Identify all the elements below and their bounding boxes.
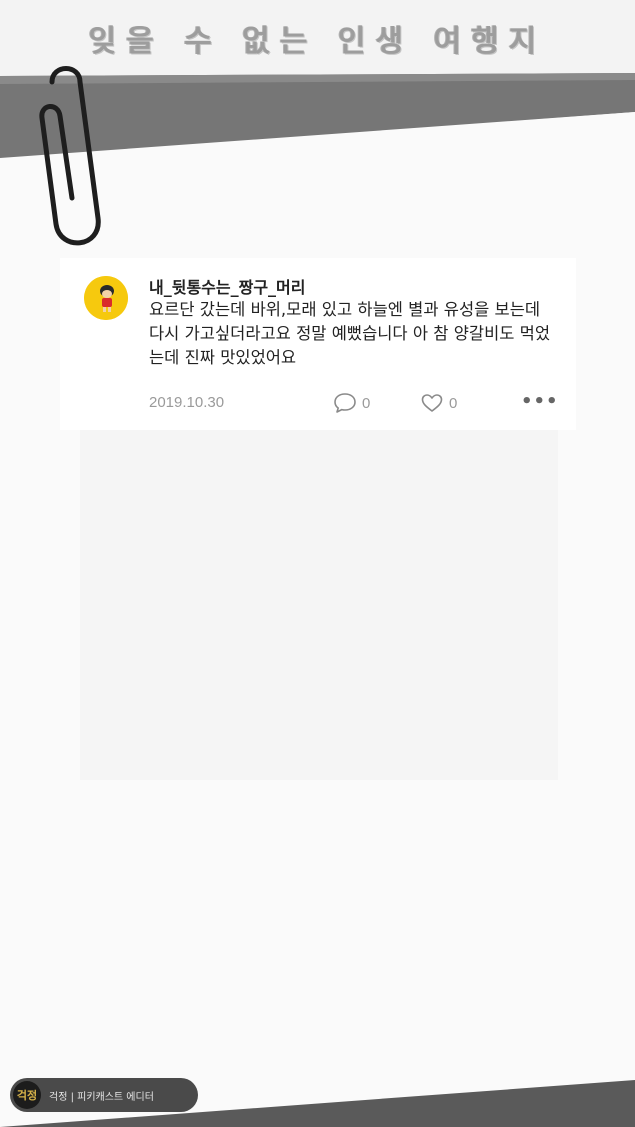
brand-badge: 걱정 걱정 | 피키캐스트 에디터 <box>10 1078 198 1112</box>
post-body-text: 요르단 갔는데 바위,모래 있고 하늘엔 별과 유성을 보는데 다시 가고싶더라… <box>149 300 551 367</box>
post-meta: 2019.10.30 0 0 ••• <box>149 392 558 414</box>
post-username[interactable]: 내_뒷통수는_짱구_머리 <box>149 274 305 298</box>
comment-button[interactable]: 0 <box>333 392 370 414</box>
post-date: 2019.10.30 <box>149 394 225 411</box>
more-icon[interactable]: ••• <box>521 393 559 411</box>
page-title: 잊을 수 없는 인생 여행지 <box>88 24 547 59</box>
post-card: 내_뒷통수는_짱구_머리 요르단 갔는데 바위,모래 있고 하늘엔 별과 유성을… <box>60 258 576 430</box>
brand-caption: 걱정 | 피키캐스트 에디터 <box>49 1091 154 1103</box>
comment-icon <box>334 393 356 413</box>
like-count: 0 <box>449 394 458 412</box>
brand-logo: 걱정 <box>13 1081 41 1109</box>
like-button[interactable]: 0 <box>420 392 457 414</box>
heart-icon <box>421 394 443 412</box>
comment-count: 0 <box>362 394 371 412</box>
avatar[interactable] <box>84 276 128 320</box>
paperclip-icon <box>39 66 101 246</box>
